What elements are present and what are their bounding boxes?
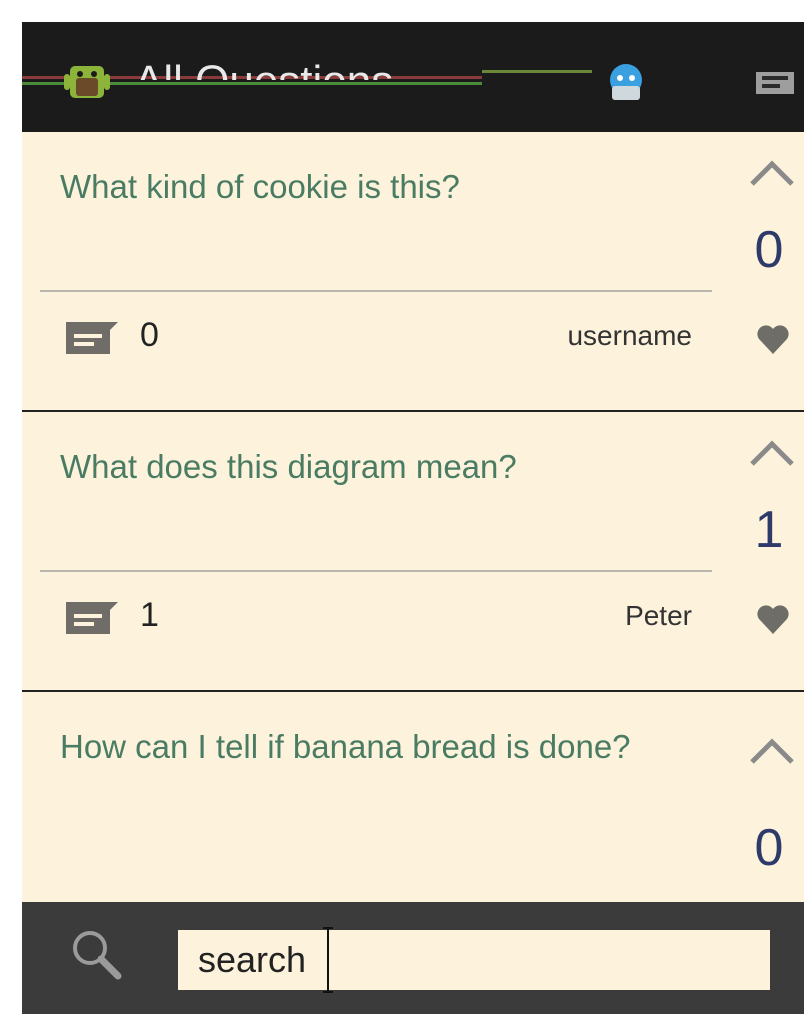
question-card[interactable]: What does this diagram mean? 1 Peter 1 bbox=[22, 412, 804, 692]
action-bar: All Questions bbox=[22, 22, 804, 132]
divider bbox=[40, 570, 712, 572]
robot-icon[interactable] bbox=[604, 60, 648, 104]
divider bbox=[40, 290, 712, 292]
author-username: username bbox=[567, 320, 692, 351]
author-username: Peter bbox=[625, 600, 692, 631]
render-artifact bbox=[482, 70, 592, 73]
search-input[interactable] bbox=[178, 930, 770, 990]
text-cursor-icon bbox=[323, 927, 333, 993]
comment-icon bbox=[66, 322, 118, 354]
comment-count: 0 bbox=[140, 316, 159, 354]
comment-count: 1 bbox=[140, 596, 159, 634]
upvote-chevron-icon[interactable] bbox=[748, 158, 796, 188]
search-icon[interactable] bbox=[68, 926, 126, 984]
question-title[interactable]: What does this diagram mean? bbox=[60, 448, 660, 486]
heart-icon[interactable] bbox=[756, 324, 790, 356]
question-card[interactable]: What kind of cookie is this? 0 username … bbox=[22, 132, 804, 412]
question-title[interactable]: What kind of cookie is this? bbox=[60, 168, 660, 206]
app-logo-icon[interactable] bbox=[62, 56, 112, 108]
upvote-chevron-icon[interactable] bbox=[748, 438, 796, 468]
overflow-menu-icon[interactable] bbox=[750, 60, 800, 104]
search-bar bbox=[22, 902, 804, 1014]
upvote-chevron-icon[interactable] bbox=[748, 736, 796, 766]
vote-count: 0 bbox=[754, 819, 784, 877]
vote-count: 1 bbox=[754, 501, 784, 559]
comment-icon bbox=[66, 602, 118, 634]
app-screen: All Questions What kind of cookie is thi… bbox=[22, 22, 804, 1014]
vote-count: 0 bbox=[754, 221, 784, 279]
heart-icon[interactable] bbox=[756, 604, 790, 636]
question-title[interactable]: How can I tell if banana bread is done? bbox=[60, 728, 660, 766]
